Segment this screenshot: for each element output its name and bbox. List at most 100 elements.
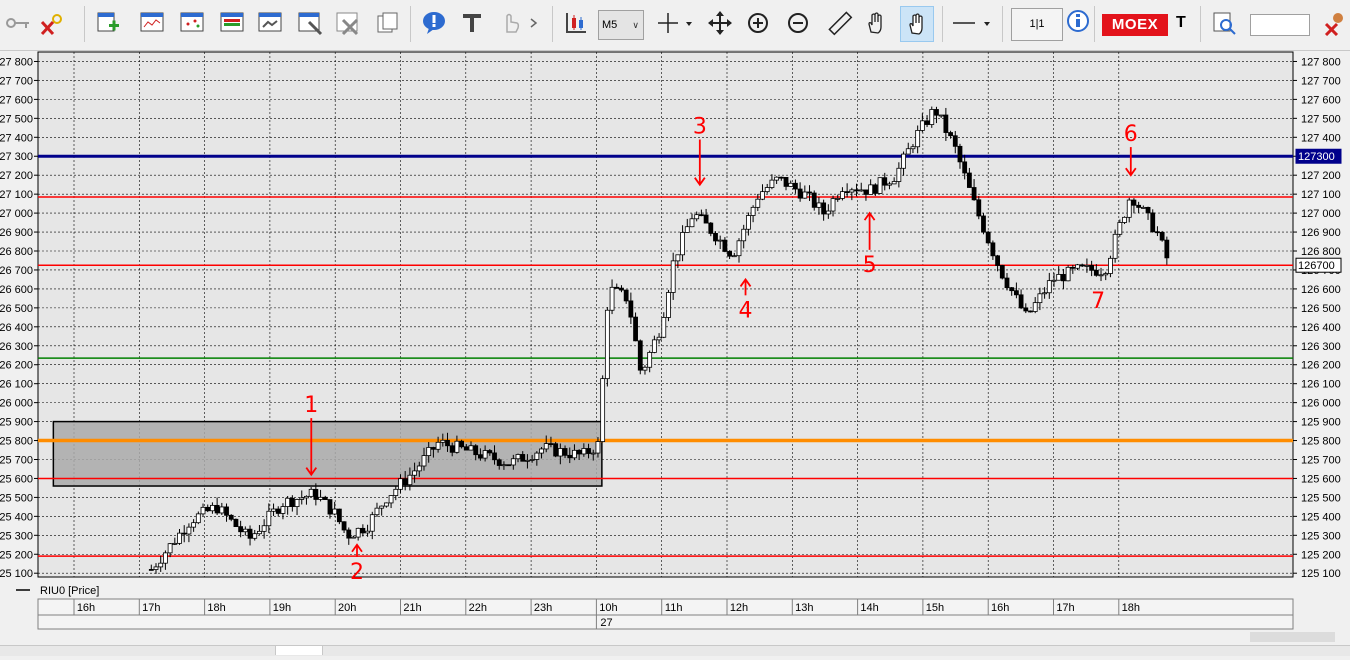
annotation-label: 2: [350, 560, 364, 585]
y-tick-label: 27 600: [0, 94, 33, 106]
candle-body: [769, 179, 775, 188]
candle-body: [858, 189, 864, 192]
candle-body: [242, 528, 248, 533]
x-tick-label: 10h: [599, 602, 617, 614]
table-window-icon[interactable]: [218, 9, 246, 37]
candle-body: [760, 191, 765, 200]
info-icon[interactable]: [1064, 9, 1092, 37]
candle-body: [271, 508, 276, 512]
y-tick-label: 126 500: [1301, 303, 1341, 315]
price-chart[interactable]: 25 100 125 100 25 200 125 200 25 300 125 300 2…: [0, 50, 1350, 655]
scatter-window-icon[interactable]: [178, 9, 206, 37]
candle-body: [1070, 266, 1076, 269]
candle-body: [369, 514, 375, 532]
crosshair-icon[interactable]: [654, 9, 682, 37]
candle-body: [915, 130, 921, 148]
candle-body: [797, 188, 803, 199]
candle-body: [1098, 274, 1104, 277]
candle-body: [1089, 264, 1095, 271]
toolbar-more-icon[interactable]: [526, 9, 542, 37]
candle-body: [934, 109, 939, 116]
candle-body: [905, 148, 911, 155]
candle-body: [1117, 222, 1123, 235]
hand-pointer-icon[interactable]: [496, 9, 524, 37]
y-tick-label: 127 400: [1301, 132, 1341, 144]
candle-body: [952, 135, 958, 147]
key-icon[interactable]: [4, 9, 32, 37]
deals-window-icon[interactable]: [256, 9, 284, 37]
disconnect-key-icon[interactable]: [38, 9, 66, 37]
chart-svg[interactable]: 25 100 125 100 25 200 125 200 25 300 125 300 2…: [0, 50, 1350, 655]
scale-button[interactable]: 1|1: [1011, 8, 1063, 41]
y-tick-label: 26 700: [0, 265, 33, 277]
candlestick-chart-icon[interactable]: [562, 9, 590, 37]
candle-body: [825, 210, 831, 215]
candle-body: [1065, 266, 1071, 282]
candle-body: [496, 459, 502, 466]
move-icon[interactable]: [706, 9, 734, 37]
candle-body: [515, 454, 521, 460]
text-tool-icon[interactable]: [458, 9, 486, 37]
windows-list-icon[interactable]: [374, 9, 402, 37]
y-tick-label: 125 800: [1301, 436, 1341, 448]
new-window-icon[interactable]: [94, 9, 122, 37]
exchange-badge[interactable]: MOEX: [1102, 14, 1168, 36]
ruler-icon[interactable]: [826, 9, 854, 37]
candle-body: [741, 228, 747, 242]
candle-body: [1140, 206, 1146, 209]
candle-body: [576, 449, 582, 455]
delete-window-icon[interactable]: [334, 9, 362, 37]
hand-icon[interactable]: [862, 9, 890, 37]
candle-body: [351, 536, 356, 539]
candle-body: [313, 488, 319, 500]
candle-body: [520, 454, 526, 462]
y-tick-label: 127 100: [1301, 189, 1341, 201]
y-tick-label: 25 800: [0, 436, 33, 448]
settings-window-icon[interactable]: [296, 9, 324, 37]
line-style-icon[interactable]: [950, 9, 978, 37]
candle-body: [257, 530, 262, 535]
annotation-label: 3: [693, 114, 707, 139]
candle-body: [590, 452, 596, 455]
candle-body: [355, 527, 361, 538]
candle-body: [285, 497, 291, 507]
candle-body: [421, 455, 427, 467]
zoom-in-icon[interactable]: [744, 9, 772, 37]
candle-body: [318, 496, 323, 500]
y-tick-label: 27 500: [0, 113, 33, 125]
candle-body: [191, 522, 197, 528]
candle-body: [1028, 310, 1033, 313]
alert-icon[interactable]: [420, 9, 448, 37]
y-tick-label: 127 000: [1301, 208, 1341, 220]
candle-body: [684, 226, 690, 233]
candle-body: [722, 239, 728, 252]
candle-body: [764, 187, 770, 193]
bottom-tab[interactable]: [275, 645, 323, 655]
candle-body: [525, 459, 530, 462]
search-icon[interactable]: [1210, 9, 1238, 37]
chart-window-icon[interactable]: [138, 9, 166, 37]
candle-body: [793, 182, 798, 190]
candle-body: [651, 339, 657, 353]
zoom-out-icon[interactable]: [784, 9, 812, 37]
candle-body: [882, 177, 888, 186]
y-tick-label: 27 300: [0, 151, 33, 163]
candle-body: [816, 202, 822, 208]
x-tick-label: 12h: [730, 602, 748, 614]
close-user-icon[interactable]: [1322, 9, 1350, 37]
line-style-dropdown-icon[interactable]: [980, 9, 994, 37]
candle-body: [698, 214, 704, 217]
candle-body: [811, 192, 817, 208]
chevron-down-icon: ∨: [632, 20, 639, 30]
search-input[interactable]: [1250, 14, 1310, 36]
candle-body: [835, 198, 841, 200]
horizontal-scrollbar[interactable]: [1250, 632, 1335, 642]
hand-pan-icon[interactable]: [900, 6, 934, 42]
candle-body: [412, 470, 417, 476]
timeframe-select[interactable]: M5 ∨: [598, 10, 644, 40]
crosshair-dropdown-icon[interactable]: [682, 9, 696, 37]
candle-body: [148, 569, 154, 571]
candle-body: [454, 440, 460, 453]
candle-body: [402, 478, 408, 486]
y-tick-label: 126 100: [1301, 379, 1341, 391]
